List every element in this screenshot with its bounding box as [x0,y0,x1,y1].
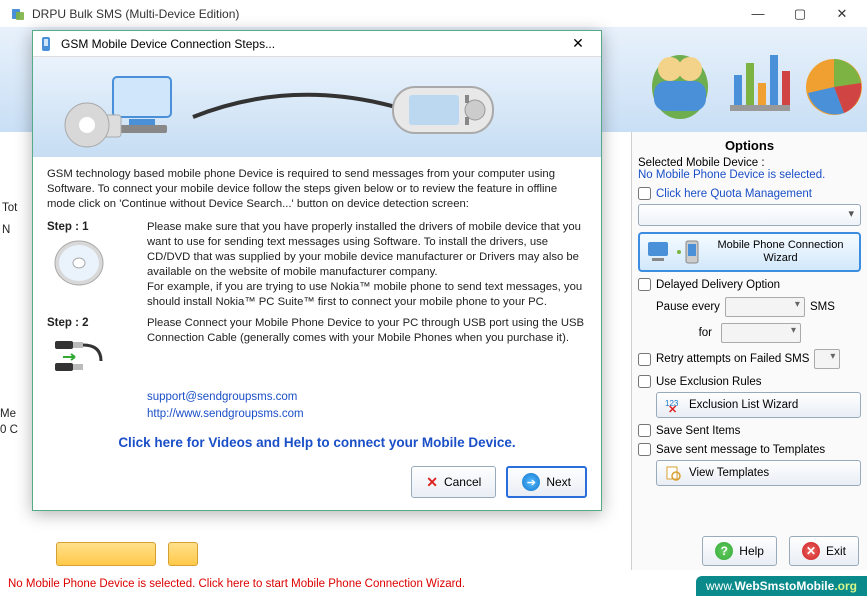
exit-label: Exit [826,544,846,558]
exclusion-checkbox[interactable] [638,375,651,388]
website-domain: WebSmstoMobile [735,579,835,593]
options-panel: Options Selected Mobile Device : No Mobi… [631,132,867,570]
view-templates-button[interactable]: View Templates [656,460,861,486]
dialog-titlebar: GSM Mobile Device Connection Steps... ✕ [33,31,601,57]
dialog-banner [33,57,601,157]
templates-icon [665,465,681,481]
connection-wizard-button[interactable]: Mobile Phone Connection Wizard [638,232,861,272]
cancel-button[interactable]: ✕ Cancel [411,466,496,498]
support-email-link[interactable]: support@sendgroupsms.com [147,389,587,406]
exclusion-wizard-button[interactable]: 123✕ Exclusion List Wizard [656,392,861,418]
next-arrow-icon: ➔ [522,473,540,491]
quota-checkbox[interactable] [638,187,651,200]
svg-text:✕: ✕ [668,404,677,413]
total-label: Tot [2,202,17,214]
quota-link[interactable]: Click here Quota Management [656,188,812,200]
website-tld: .org [834,579,857,593]
main-titlebar: DRPU Bulk SMS (Multi-Device Edition) — ▢… [0,0,867,28]
retry-label: Retry attempts on Failed SMS [656,353,809,365]
video-help-link[interactable]: Click here for Videos and Help to connec… [47,435,587,450]
n-label: N [2,224,10,236]
help-label: Help [739,544,764,558]
website-www: www. [706,579,735,593]
next-label: Next [546,475,571,489]
dialog-intro-text: GSM technology based mobile phone Device… [47,167,587,212]
exclusion-wizard-label: Exclusion List Wizard [689,399,798,411]
toolbar-button-fragment-2[interactable] [168,542,198,566]
pause-duration-select[interactable] [721,323,801,343]
sms-suffix: SMS [810,301,835,313]
retry-checkbox[interactable] [638,353,651,366]
selected-device-value: No Mobile Phone Device is selected. [638,169,861,181]
step1-cd-icon [51,239,111,287]
wizard-devices-icon [646,238,702,266]
cancel-label: Cancel [444,475,481,489]
connection-steps-dialog: GSM Mobile Device Connection Steps... ✕ [32,30,602,511]
save-template-label: Save sent message to Templates [656,444,825,456]
status-bar-text[interactable]: No Mobile Phone Device is selected. Clic… [8,578,465,590]
quota-dropdown[interactable] [638,204,861,226]
next-button[interactable]: ➔ Next [506,466,587,498]
step2-usb-icon [51,335,111,383]
step2-heading: Step : 2 [47,316,139,331]
app-icon [10,6,26,22]
minimize-button[interactable]: — [737,1,779,27]
view-templates-label: View Templates [689,467,769,479]
website-link[interactable]: http://www.sendgroupsms.com [147,406,587,423]
step1-heading: Step : 1 [47,220,139,235]
help-button[interactable]: ? Help [702,536,777,566]
me-label: Me [0,408,16,420]
retry-count-select[interactable] [814,349,840,369]
options-heading: Options [638,136,861,155]
pause-label: Pause every [656,301,720,313]
zero-c-label: 0 C [0,424,18,436]
dialog-title: GSM Mobile Device Connection Steps... [61,37,561,51]
exclusion-label: Use Exclusion Rules [656,376,761,388]
step2-text: Please Connect your Mobile Phone Device … [147,316,587,383]
step1-text: Please make sure that you have properly … [147,220,587,310]
save-sent-label: Save Sent Items [656,425,740,437]
for-label: for [656,327,716,339]
toolbar-button-fragment[interactable] [56,542,156,566]
website-tag[interactable]: www.WebSmstoMobile.org [696,576,867,596]
delayed-label: Delayed Delivery Option [656,279,780,291]
exit-icon: ✕ [802,542,820,560]
save-template-checkbox[interactable] [638,443,651,456]
exclusion-icon: 123✕ [665,397,681,413]
selected-device-label: Selected Mobile Device : [638,157,861,169]
dialog-close-button[interactable]: ✕ [561,33,595,55]
close-button[interactable]: ✕ [821,1,863,27]
app-title: DRPU Bulk SMS (Multi-Device Edition) [32,7,737,21]
delayed-checkbox[interactable] [638,278,651,291]
cancel-x-icon: ✕ [426,474,438,491]
save-sent-checkbox[interactable] [638,424,651,437]
dialog-icon [39,36,55,52]
maximize-button[interactable]: ▢ [779,1,821,27]
pause-count-select[interactable] [725,297,805,317]
exit-button[interactable]: ✕ Exit [789,536,859,566]
wizard-button-label: Mobile Phone Connection Wizard [708,239,853,265]
help-icon: ? [715,542,733,560]
